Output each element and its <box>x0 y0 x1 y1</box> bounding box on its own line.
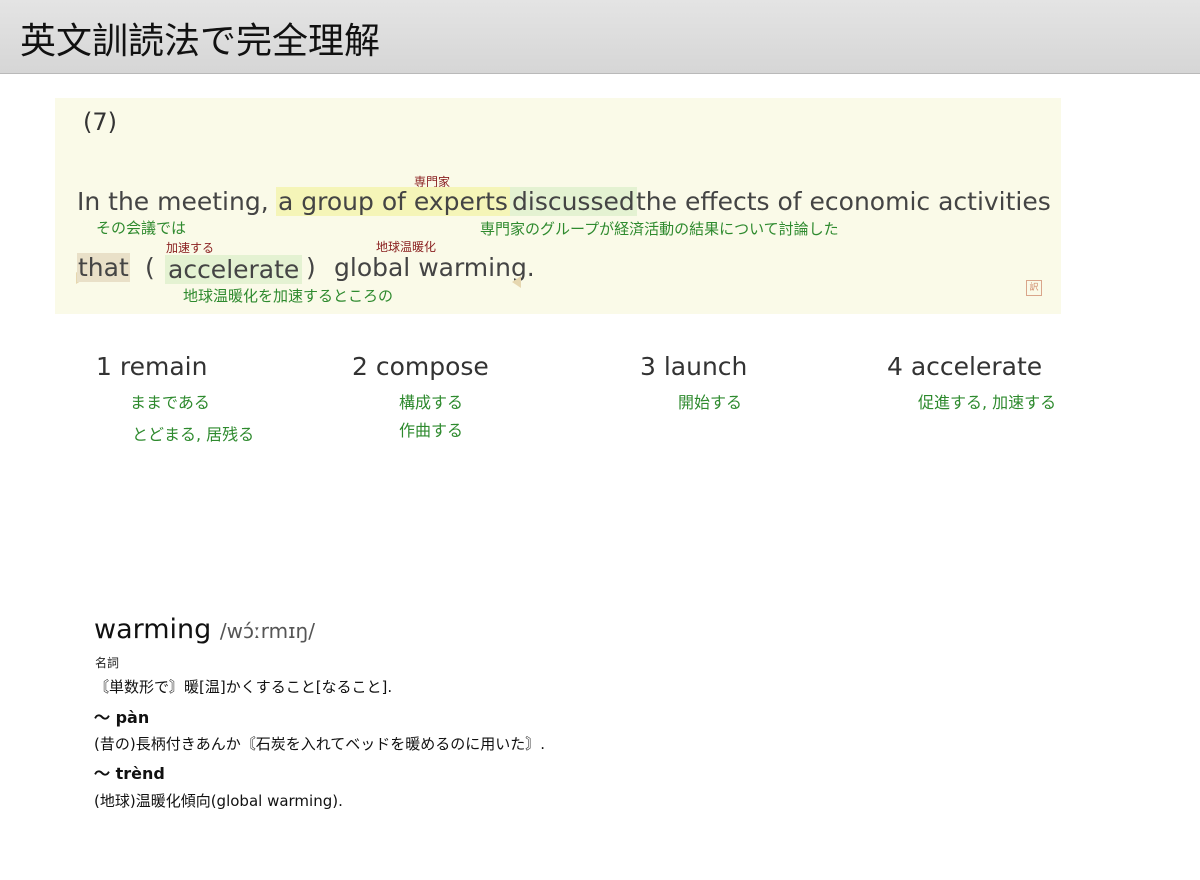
choice-3-gloss-1: 開始する <box>678 393 743 412</box>
dictionary-phrase-pan: 〜 pàn <box>94 708 150 727</box>
dictionary-phrase-pan-definition: (昔の)長柄付きあんか〘石炭を入れてベッドを暖めるのに用いた〙. <box>94 735 546 753</box>
choice-4[interactable]: 4 accelerate <box>887 352 1042 381</box>
translation-stamp-icon: 訳 <box>1026 280 1042 296</box>
choice-3[interactable]: 3 launch <box>640 352 747 381</box>
choice-1-gloss-1: ままである <box>130 393 210 412</box>
gloss-relative-clause: 地球温暖化を加速するところの <box>183 287 394 305</box>
choice-4-gloss-1: 促進する, 加速する <box>918 393 1057 412</box>
sentence-part-verb: discussed <box>510 187 637 216</box>
choice-1[interactable]: 1 remain <box>96 352 207 381</box>
bracket-end-marker <box>512 276 521 288</box>
question-number: (7) <box>83 108 117 136</box>
sentence-part-meeting: In the meeting, <box>77 187 269 216</box>
sentence-part-global-warming: global warming. <box>334 253 535 282</box>
sentence-part-subject: a group of experts <box>276 187 510 216</box>
gloss-meeting: その会議では <box>96 219 187 237</box>
choice-2[interactable]: 2 compose <box>352 352 489 381</box>
sentence-part-object: the effects of economic activities <box>636 187 1051 216</box>
ruby-answer: 加速する <box>166 241 215 255</box>
dictionary-headword: warming /wɔ́ːrmɪŋ/ <box>94 614 315 645</box>
dictionary-pronunciation: /wɔ́ːrmɪŋ/ <box>219 619 315 643</box>
choice-2-gloss-2: 作曲する <box>399 421 464 440</box>
blank-close-paren: ) <box>306 253 316 282</box>
choice-1-gloss-2: とどまる, 居残る <box>132 425 255 444</box>
dictionary-phrase-trend-definition: (地球)温暖化傾向(global warming). <box>94 792 343 810</box>
dictionary-word: warming <box>94 614 212 645</box>
choice-2-gloss-1: 構成する <box>399 393 464 412</box>
relative-pronoun-that: that <box>77 253 130 282</box>
dictionary-phrase-trend: 〜 trènd <box>94 764 165 783</box>
dictionary-part-of-speech: 名詞 <box>95 656 120 670</box>
blank-open-paren: ( <box>145 253 155 282</box>
blank-answer[interactable]: accelerate <box>165 255 303 284</box>
page-title: 英文訓読法で完全理解 <box>20 21 381 62</box>
gloss-main-clause: 専門家のグループが経済活動の結果について討論した <box>480 220 839 238</box>
dictionary-definition: 〘単数形で〙暖[温]かくすること[なること]. <box>94 678 393 696</box>
title-bar: 英文訓読法で完全理解 <box>0 0 1200 74</box>
